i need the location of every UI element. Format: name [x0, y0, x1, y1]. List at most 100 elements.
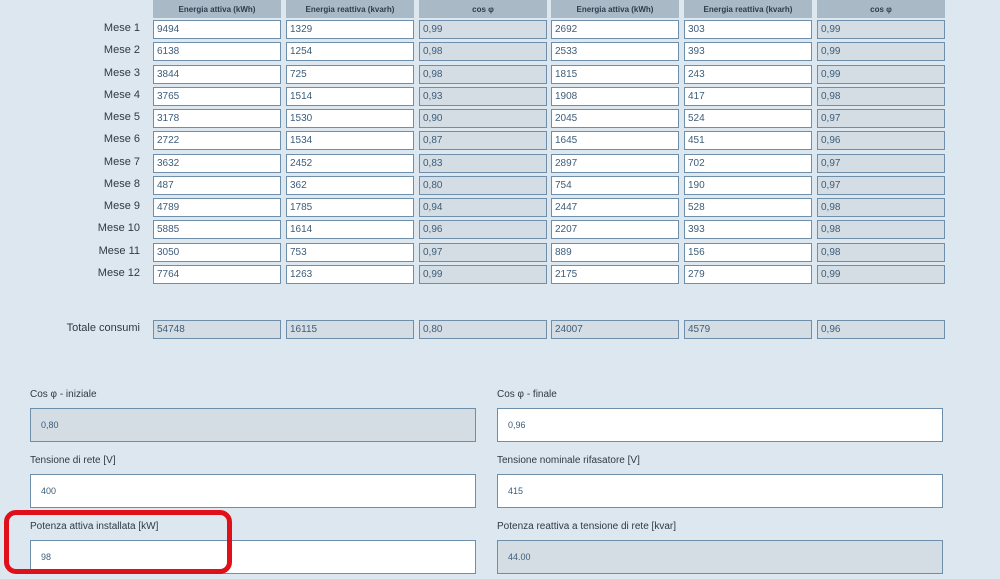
energy-input[interactable]: 2175 — [551, 265, 679, 284]
energy-input[interactable]: 9494 — [153, 20, 281, 39]
cos-phi-cell: 0,96 — [817, 131, 945, 150]
cos-phi-cell: 0,98 — [419, 42, 547, 61]
energy-input[interactable]: 3844 — [153, 65, 281, 84]
row-label: Mese 1 — [103, 22, 140, 34]
column-header: Energia attiva (kWh) — [551, 0, 679, 18]
energy-input[interactable]: 2533 — [551, 42, 679, 61]
energy-input[interactable]: 1908 — [551, 87, 679, 106]
cos-phi-cell: 0,97 — [817, 176, 945, 195]
row-label: Mese 10 — [97, 222, 140, 234]
energy-input[interactable]: 393 — [684, 220, 812, 239]
energy-input[interactable]: 2452 — [286, 154, 414, 173]
energy-input[interactable]: 1514 — [286, 87, 414, 106]
cos-phi-cell: 0,83 — [419, 154, 547, 173]
energy-input[interactable]: 190 — [684, 176, 812, 195]
cos-finale-input[interactable]: 0,96 — [497, 408, 943, 442]
energy-input[interactable]: 524 — [684, 109, 812, 128]
energy-input[interactable]: 1254 — [286, 42, 414, 61]
cos-phi-cell: 0,97 — [817, 109, 945, 128]
cos-iniziale-field: 0,80 — [30, 408, 476, 442]
energy-input[interactable]: 279 — [684, 265, 812, 284]
energy-input[interactable]: 3632 — [153, 154, 281, 173]
totals-cell: 0,80 — [419, 320, 547, 339]
column-header: Energia attiva (kWh) — [153, 0, 281, 18]
cos-phi-cell: 0,97 — [817, 154, 945, 173]
energy-input[interactable]: 725 — [286, 65, 414, 84]
energy-input[interactable]: 1645 — [551, 131, 679, 150]
energy-input[interactable]: 3765 — [153, 87, 281, 106]
potenza-reattiva-field: 44.00 — [497, 540, 943, 574]
energy-input[interactable]: 1329 — [286, 20, 414, 39]
row-label: Mese 3 — [103, 67, 140, 79]
energy-input[interactable]: 6138 — [153, 42, 281, 61]
totals-cell: 24007 — [551, 320, 679, 339]
energy-input[interactable]: 3178 — [153, 109, 281, 128]
row-label: Mese 8 — [103, 178, 140, 190]
energy-input[interactable]: 451 — [684, 131, 812, 150]
energy-input[interactable]: 7764 — [153, 265, 281, 284]
cos-phi-cell: 0,94 — [419, 198, 547, 217]
totals-cell: 16115 — [286, 320, 414, 339]
tensione-rete-input[interactable]: 400 — [30, 474, 476, 508]
totals-cell: 54748 — [153, 320, 281, 339]
energy-input[interactable]: 2897 — [551, 154, 679, 173]
energy-input[interactable]: 1614 — [286, 220, 414, 239]
energy-input[interactable]: 889 — [551, 243, 679, 262]
energy-input[interactable]: 156 — [684, 243, 812, 262]
cos-phi-cell: 0,87 — [419, 131, 547, 150]
energy-input[interactable]: 4789 — [153, 198, 281, 217]
cos-phi-cell: 0,98 — [817, 87, 945, 106]
cos-iniziale-label: Cos φ - iniziale — [30, 389, 97, 400]
energy-input[interactable]: 1534 — [286, 131, 414, 150]
energy-input[interactable]: 2045 — [551, 109, 679, 128]
cos-phi-cell: 0,99 — [817, 265, 945, 284]
energy-input[interactable]: 528 — [684, 198, 812, 217]
energy-input[interactable]: 2447 — [551, 198, 679, 217]
row-label: Mese 7 — [103, 156, 140, 168]
cos-phi-cell: 0,96 — [419, 220, 547, 239]
cos-phi-cell: 0,98 — [817, 243, 945, 262]
cos-phi-cell: 0,98 — [817, 198, 945, 217]
row-label: Mese 5 — [103, 111, 140, 123]
potenza-attiva-input[interactable]: 98 — [30, 540, 476, 574]
energy-input[interactable]: 1785 — [286, 198, 414, 217]
tensione-rifasatore-input[interactable]: 415 — [497, 474, 943, 508]
energy-input[interactable]: 487 — [153, 176, 281, 195]
energy-input[interactable]: 393 — [684, 42, 812, 61]
cos-phi-cell: 0,98 — [817, 220, 945, 239]
totals-label: Totale consumi — [66, 322, 140, 334]
cos-phi-cell: 0,80 — [419, 176, 547, 195]
energy-input[interactable]: 1815 — [551, 65, 679, 84]
energy-input[interactable]: 362 — [286, 176, 414, 195]
column-header: cos φ — [817, 0, 945, 18]
energy-input[interactable]: 5885 — [153, 220, 281, 239]
energy-input[interactable]: 303 — [684, 20, 812, 39]
row-label: Mese 12 — [97, 267, 140, 279]
cos-finale-label: Cos φ - finale — [497, 389, 557, 400]
energy-input[interactable]: 417 — [684, 87, 812, 106]
column-header: Energia reattiva (kvarh) — [684, 0, 812, 18]
energy-input[interactable]: 3050 — [153, 243, 281, 262]
cos-phi-cell: 0,99 — [419, 20, 547, 39]
energy-input[interactable]: 1530 — [286, 109, 414, 128]
row-label: Mese 6 — [103, 133, 140, 145]
energy-input[interactable]: 243 — [684, 65, 812, 84]
tensione-rete-label: Tensione di rete [V] — [30, 455, 116, 466]
row-label: Mese 2 — [103, 44, 140, 56]
potenza-reattiva-label: Potenza reattiva a tensione di rete [kva… — [497, 521, 676, 532]
cos-phi-cell: 0,97 — [419, 243, 547, 262]
row-label: Mese 9 — [103, 200, 140, 212]
energy-input[interactable]: 2722 — [153, 131, 281, 150]
energy-input[interactable]: 702 — [684, 154, 812, 173]
energy-input[interactable]: 1263 — [286, 265, 414, 284]
cos-phi-cell: 0,99 — [419, 265, 547, 284]
energy-input[interactable]: 753 — [286, 243, 414, 262]
column-header: Energia reattiva (kvarh) — [286, 0, 414, 18]
energy-input[interactable]: 2692 — [551, 20, 679, 39]
cos-phi-cell: 0,93 — [419, 87, 547, 106]
potenza-attiva-label: Potenza attiva installata [kW] — [30, 521, 159, 532]
energy-input[interactable]: 2207 — [551, 220, 679, 239]
cos-phi-cell: 0,98 — [419, 65, 547, 84]
energy-input[interactable]: 754 — [551, 176, 679, 195]
row-label: Mese 11 — [98, 245, 140, 257]
